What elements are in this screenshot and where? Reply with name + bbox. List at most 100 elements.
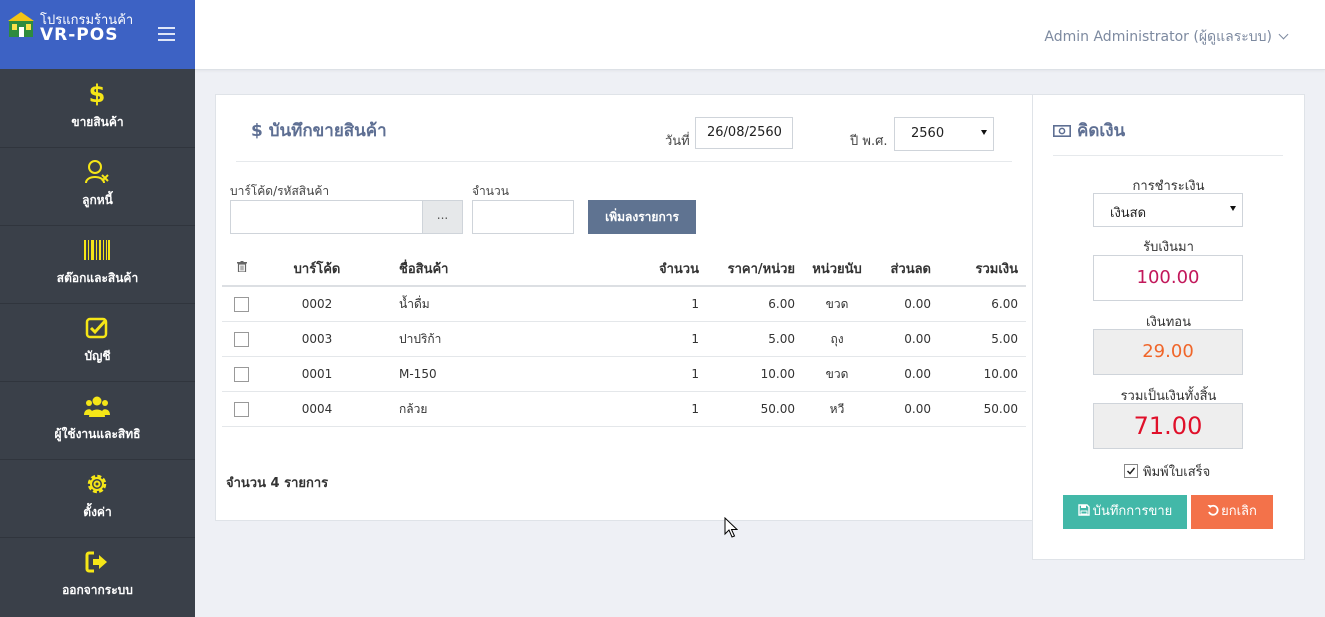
item-count-value: 4 xyxy=(270,476,280,491)
cell-total: 10.00 xyxy=(939,356,1026,392)
row-select[interactable] xyxy=(222,321,261,357)
payment-title-text: คิดเงิน xyxy=(1077,121,1126,141)
cell-unit: ถุง xyxy=(803,321,871,357)
items-table: บาร์โค้ด ชื่อสินค้า จำนวน ราคา/หน่วย หน่… xyxy=(222,251,1026,427)
add-item-button[interactable]: เพิ่มลงรายการ xyxy=(588,200,696,234)
sidebar-item-logout[interactable]: ออกจากระบบ xyxy=(0,537,195,615)
save-sale-button[interactable]: บันทึกการขาย xyxy=(1063,495,1187,529)
cell-discount: 0.00 xyxy=(871,356,939,392)
row-select[interactable] xyxy=(222,391,261,427)
cell-unit: หวี xyxy=(803,391,871,427)
cell-name: ปาปริก้า xyxy=(373,321,637,357)
user-x-icon xyxy=(85,160,109,184)
payment-panel: คิดเงิน การชำระเงิน เงินสด รับเงินมา 100… xyxy=(1032,94,1305,560)
cell-barcode: 0002 xyxy=(261,286,373,322)
print-receipt-label: พิมพ์ใบเสร็จ xyxy=(1143,465,1211,480)
col-price: ราคา/หน่วย xyxy=(707,251,803,287)
save-sale-label: บันทึกการขาย xyxy=(1092,504,1173,519)
cell-name: M-150 xyxy=(373,356,637,392)
cell-unit: ขวด xyxy=(803,356,871,392)
change-amount: 29.00 xyxy=(1093,329,1243,375)
sidebar-item-label: บัญชี xyxy=(84,349,111,363)
cell-qty: 1 xyxy=(637,391,707,427)
sidebar-item-label: ผู้ใช้งานและสิทธิ xyxy=(54,427,141,441)
sidebar-item-accounts[interactable]: บัญชี xyxy=(0,303,195,382)
payment-title: คิดเงิน xyxy=(1053,117,1125,144)
table-row: 0001 M-150 1 10.00 ขวด 0.00 10.00 xyxy=(222,356,1026,392)
sidebar-item-stock[interactable]: สต๊อกและสินค้า xyxy=(0,225,195,304)
browse-product-button[interactable]: ... xyxy=(423,200,463,234)
print-receipt-option[interactable]: พิมพ์ใบเสร็จ xyxy=(1124,461,1210,482)
store-logo-icon xyxy=(8,12,34,37)
page-title-text: บันทึกขายสินค้า xyxy=(268,121,387,141)
sidebar-item-debtors[interactable]: ลูกหนี้ xyxy=(0,147,195,226)
cell-discount: 0.00 xyxy=(871,391,939,427)
row-select[interactable] xyxy=(222,356,261,392)
cell-total: 6.00 xyxy=(939,286,1026,322)
col-barcode: บาร์โค้ด xyxy=(261,251,373,287)
payment-method-select[interactable]: เงินสด xyxy=(1093,193,1243,227)
sale-panel: $ บันทึกขายสินค้า วันที่ 26/08/2560 ปี พ… xyxy=(215,94,1033,521)
col-name: ชื่อสินค้า xyxy=(373,251,637,287)
year-label: ปี พ.ศ. xyxy=(850,134,888,149)
check-icon xyxy=(1126,467,1136,475)
divider xyxy=(1053,155,1283,156)
cancel-label: ยกเลิก xyxy=(1221,504,1257,519)
row-checkbox[interactable] xyxy=(234,366,249,382)
cancel-button[interactable]: ยกเลิก xyxy=(1191,495,1273,529)
menu-toggle-icon[interactable] xyxy=(158,27,175,41)
sidebar-item-label: ลูกหนี้ xyxy=(82,193,113,207)
barcode-input[interactable] xyxy=(230,200,423,234)
cell-qty: 1 xyxy=(637,286,707,322)
delete-column-header[interactable] xyxy=(222,251,261,287)
cell-discount: 0.00 xyxy=(871,321,939,357)
sidebar-item-label: สต๊อกและสินค้า xyxy=(56,271,139,285)
cell-barcode: 0001 xyxy=(261,356,373,392)
top-bar: Admin Administrator (ผู้ดูแลระบบ) xyxy=(195,0,1325,70)
divider xyxy=(236,161,1012,162)
check-square-icon xyxy=(85,317,108,339)
row-checkbox[interactable] xyxy=(234,331,249,347)
users-icon xyxy=(84,396,110,417)
user-menu[interactable]: Admin Administrator (ผู้ดูแลระบบ) xyxy=(1044,26,1289,48)
year-select-value: 2560 xyxy=(911,126,945,141)
brand-name: VR-POS xyxy=(40,25,119,45)
row-checkbox[interactable] xyxy=(234,401,249,417)
cell-name: กล้วย xyxy=(373,391,637,427)
table-row: 0004 กล้วย 1 50.00 หวี 0.00 50.00 xyxy=(222,391,1026,427)
cell-discount: 0.00 xyxy=(871,286,939,322)
cell-price: 10.00 xyxy=(707,356,803,392)
sidebar-item-label: ตั้งค่า xyxy=(83,505,112,519)
sidebar-item-users[interactable]: ผู้ใช้งานและสิทธิ xyxy=(0,381,195,460)
print-receipt-checkbox[interactable] xyxy=(1124,464,1138,478)
quantity-input[interactable] xyxy=(472,200,574,234)
item-count-prefix: จำนวน xyxy=(226,476,266,491)
received-amount-input[interactable]: 100.00 xyxy=(1093,255,1243,301)
cell-qty: 1 xyxy=(637,321,707,357)
sidebar-item-sell[interactable]: $ ขายสินค้า xyxy=(0,69,195,148)
barcode-icon xyxy=(84,240,110,260)
grand-total-amount: 71.00 xyxy=(1093,403,1243,449)
floppy-icon xyxy=(1078,504,1090,516)
sidebar-item-label: ขายสินค้า xyxy=(71,115,124,129)
gear-icon xyxy=(87,474,107,494)
cell-name: น้ำดื่ม xyxy=(373,286,637,322)
received-label: รับเงินมา xyxy=(1143,240,1194,255)
sidebar-item-settings[interactable]: ตั้งค่า xyxy=(0,459,195,538)
col-unit: หน่วยนับ xyxy=(803,251,871,287)
caret-down-icon xyxy=(981,130,987,135)
dollar-icon: $ xyxy=(251,121,263,141)
item-count: จำนวน 4 รายการ xyxy=(226,472,328,493)
cell-barcode: 0004 xyxy=(261,391,373,427)
item-count-suffix: รายการ xyxy=(284,476,329,491)
row-select[interactable] xyxy=(222,286,261,322)
row-checkbox[interactable] xyxy=(234,296,249,312)
col-discount: ส่วนลด xyxy=(871,251,939,287)
user-name: Admin Administrator (ผู้ดูแลระบบ) xyxy=(1044,29,1272,45)
year-select[interactable]: 2560 xyxy=(894,117,994,151)
date-field[interactable]: 26/08/2560 xyxy=(695,117,793,149)
payment-method-value: เงินสด xyxy=(1110,206,1147,221)
cell-price: 6.00 xyxy=(707,286,803,322)
barcode-label: บาร์โค้ด/รหัสสินค้า xyxy=(230,184,330,198)
cell-unit: ขวด xyxy=(803,286,871,322)
